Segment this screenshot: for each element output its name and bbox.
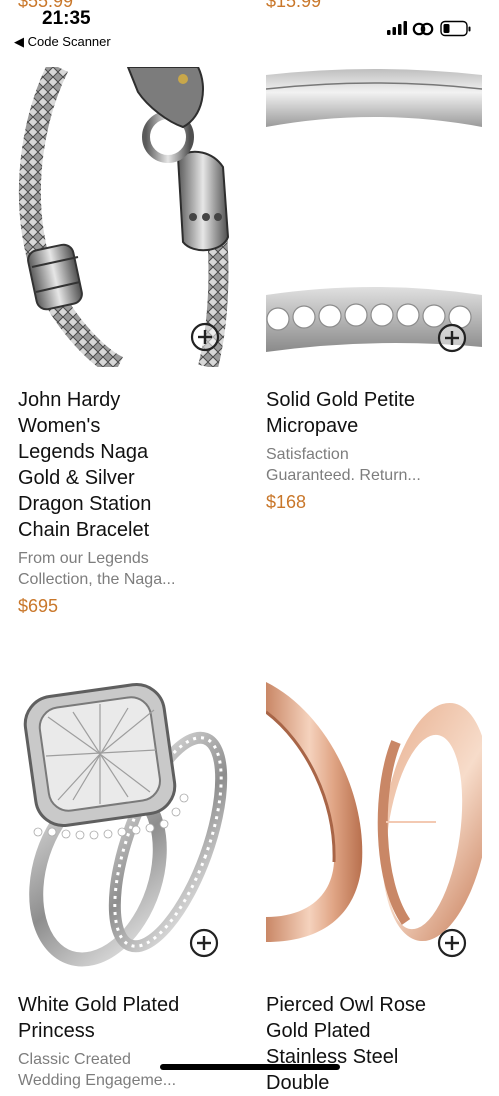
product-description: Satisfaction Guaranteed. Return... <box>266 444 466 486</box>
product-title[interactable]: White Gold Plated Princess <box>18 992 179 1044</box>
title-line: Double <box>266 1072 330 1094</box>
add-to-list-button[interactable] <box>437 323 467 353</box>
description-line: Satisfaction <box>266 446 349 463</box>
title-line: Women's <box>18 415 101 437</box>
status-bar: $55.99 $15.99 21:35 ◀ Code Scanner <box>0 0 499 56</box>
title-line: Princess <box>18 1020 95 1042</box>
product-image-ring-band[interactable] <box>266 67 482 367</box>
product-title[interactable]: Solid Gold Petite Micropave <box>266 387 415 439</box>
clock: 21:35 <box>42 8 91 29</box>
add-to-list-button[interactable] <box>190 322 220 352</box>
description-line: Guaranteed. Return... <box>266 467 421 484</box>
add-to-list-button[interactable] <box>189 928 219 958</box>
back-to-app-link[interactable]: ◀ Code Scanner <box>14 34 111 50</box>
signal-icon <box>387 21 407 35</box>
product-card[interactable]: John Hardy Women's Legends Naga Gold & S… <box>18 67 234 627</box>
product-image-diamond-ring[interactable] <box>18 672 234 972</box>
description-line: From our Legends <box>18 550 149 567</box>
product-card[interactable]: White Gold Plated Princess Classic Creat… <box>18 672 234 1089</box>
title-line: Gold Plated <box>266 1020 371 1042</box>
description-line: Collection, the Naga... <box>18 571 176 588</box>
title-line: Gold & Silver <box>18 467 135 489</box>
home-indicator[interactable] <box>160 1064 340 1070</box>
description-line: Wedding Engageme... <box>18 1072 177 1089</box>
previous-row-price: $15.99 <box>266 0 322 11</box>
battery-icon <box>440 20 471 37</box>
add-to-list-button[interactable] <box>437 928 467 958</box>
hotspot-link-icon <box>412 22 434 36</box>
status-icons <box>387 20 471 37</box>
product-image-ear-tunnels[interactable] <box>266 672 482 972</box>
product-title[interactable]: Pierced Owl Rose Gold Plated Stainless S… <box>266 992 426 1096</box>
product-price: $695 <box>18 596 59 616</box>
title-line: Pierced Owl Rose <box>266 994 427 1016</box>
product-card[interactable]: Pierced Owl Rose Gold Plated Stainless S… <box>266 672 482 1094</box>
product-description: Classic Created Wedding Engageme... <box>18 1049 218 1091</box>
product-title[interactable]: John Hardy Women's Legends Naga Gold & S… <box>18 387 151 543</box>
title-line: Dragon Station <box>18 493 152 515</box>
title-line: Micropave <box>266 415 359 437</box>
product-card[interactable]: Solid Gold Petite Micropave Satisfaction… <box>266 67 482 527</box>
title-line: White Gold Plated <box>18 994 180 1016</box>
title-line: Chain Bracelet <box>18 519 150 541</box>
title-line: Solid Gold Petite <box>266 389 415 411</box>
title-line: Legends Naga <box>18 441 149 463</box>
product-description: From our Legends Collection, the Naga... <box>18 548 218 590</box>
title-line: John Hardy <box>18 389 121 411</box>
product-price: $168 <box>266 492 307 512</box>
